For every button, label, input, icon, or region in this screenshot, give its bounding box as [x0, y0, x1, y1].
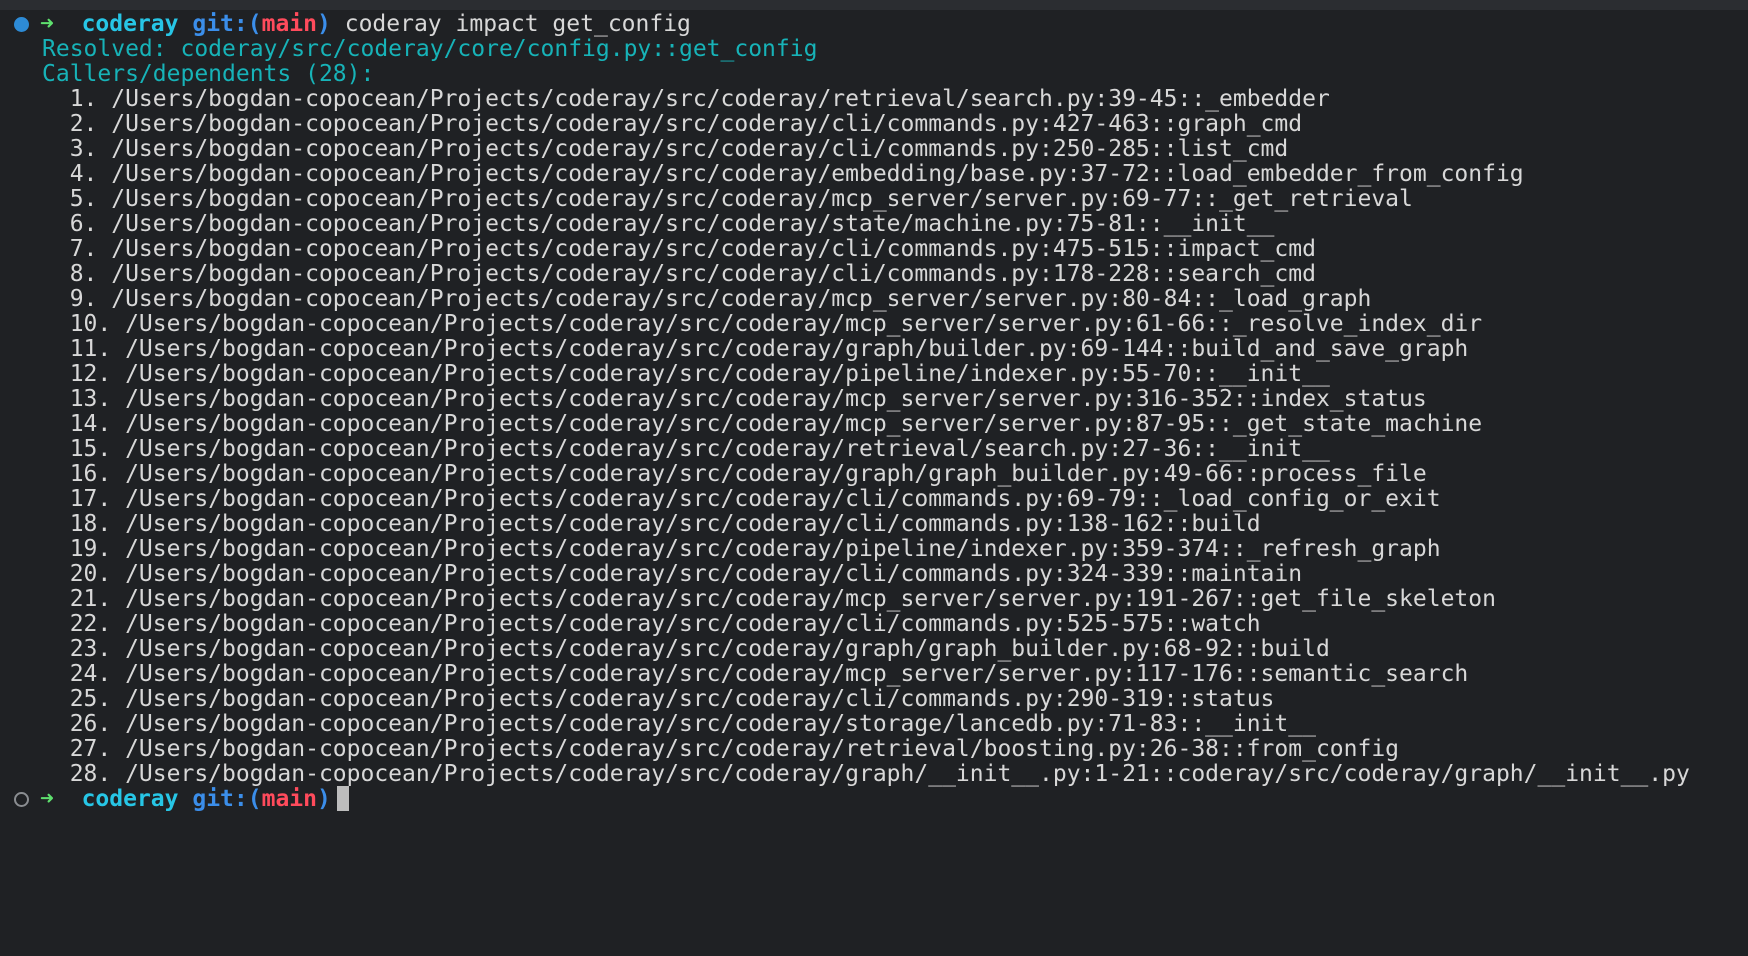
prompt-status-ring-icon	[14, 792, 29, 807]
caller-entry-text: 18. /Users/bogdan-copocean/Projects/code…	[42, 511, 1261, 537]
caller-entry-text: 24. /Users/bogdan-copocean/Projects/code…	[42, 661, 1469, 687]
caller-entry-text: 12. /Users/bogdan-copocean/Projects/code…	[42, 361, 1330, 387]
prompt-line-current[interactable]: ➜ coderay git:(main)	[0, 785, 349, 813]
caller-entry-text: 25. /Users/bogdan-copocean/Projects/code…	[42, 686, 1275, 712]
prompt-directory: coderay	[81, 786, 179, 812]
caller-entry-text: 28. /Users/bogdan-copocean/Projects/code…	[42, 761, 1690, 787]
caller-entry-text: 3. /Users/bogdan-copocean/Projects/coder…	[42, 136, 1289, 162]
text-cursor[interactable]	[336, 786, 349, 811]
prompt-arrow-icon: ➜	[40, 786, 54, 812]
prompt-line: ➜ coderay git:(main) coderay impact get_…	[0, 10, 691, 38]
callers-header-line: Callers/dependents (28):	[0, 60, 374, 88]
callers-header: Callers/dependents (28):	[42, 61, 375, 87]
caller-entry-text: 22. /Users/bogdan-copocean/Projects/code…	[42, 611, 1261, 637]
caller-entry-text: 6. /Users/bogdan-copocean/Projects/coder…	[42, 211, 1275, 237]
caller-entry-text: 8. /Users/bogdan-copocean/Projects/coder…	[42, 261, 1316, 287]
command-status-dot-icon[interactable]	[14, 17, 29, 32]
caller-entry-text: 9. /Users/bogdan-copocean/Projects/coder…	[42, 286, 1372, 312]
caller-entry-text: 1. /Users/bogdan-copocean/Projects/coder…	[42, 86, 1330, 112]
caller-entry-text: 13. /Users/bogdan-copocean/Projects/code…	[42, 386, 1427, 412]
caller-entry-text: 14. /Users/bogdan-copocean/Projects/code…	[42, 411, 1483, 437]
caller-entry-text: 4. /Users/bogdan-copocean/Projects/coder…	[42, 161, 1524, 187]
git-label: git:(	[192, 786, 262, 812]
resolved-text: Resolved: coderay/src/coderay/core/confi…	[42, 36, 818, 62]
caller-entry-text: 5. /Users/bogdan-copocean/Projects/coder…	[42, 186, 1413, 212]
caller-entry-text: 26. /Users/bogdan-copocean/Projects/code…	[42, 711, 1316, 737]
git-branch: main	[261, 786, 317, 812]
window-top-bar	[0, 0, 1748, 10]
prompt-current: ➜ coderay git:(main)	[40, 785, 349, 813]
git-branch: main	[261, 11, 317, 37]
prompt-directory: coderay	[81, 11, 179, 37]
command-text: coderay impact get_config	[344, 11, 691, 37]
git-label: git:(	[192, 11, 262, 37]
prompt-arrow-icon: ➜	[40, 11, 54, 37]
caller-entry-text: 16. /Users/bogdan-copocean/Projects/code…	[42, 461, 1427, 487]
git-label-close: )	[317, 786, 331, 812]
caller-entry-text: 23. /Users/bogdan-copocean/Projects/code…	[42, 636, 1330, 662]
terminal-output[interactable]: ➜ coderay git:(main) coderay impact get_…	[0, 10, 1748, 956]
resolved-line: Resolved: coderay/src/coderay/core/confi…	[0, 35, 817, 63]
caller-entry-text: 20. /Users/bogdan-copocean/Projects/code…	[42, 561, 1303, 587]
caller-entry-text: 15. /Users/bogdan-copocean/Projects/code…	[42, 436, 1330, 462]
caller-entry-text: 17. /Users/bogdan-copocean/Projects/code…	[42, 486, 1441, 512]
caller-entry-text: 27. /Users/bogdan-copocean/Projects/code…	[42, 736, 1400, 762]
caller-entry-text: 7. /Users/bogdan-copocean/Projects/coder…	[42, 236, 1316, 262]
prompt: ➜ coderay git:(main) coderay impact get_…	[40, 10, 691, 38]
caller-entry-text: 10. /Users/bogdan-copocean/Projects/code…	[42, 311, 1483, 337]
caller-entry-text: 2. /Users/bogdan-copocean/Projects/coder…	[42, 111, 1303, 137]
git-label-close: )	[317, 11, 331, 37]
caller-entry-text: 19. /Users/bogdan-copocean/Projects/code…	[42, 536, 1441, 562]
caller-entry-text: 21. /Users/bogdan-copocean/Projects/code…	[42, 586, 1496, 612]
caller-entry-text: 11. /Users/bogdan-copocean/Projects/code…	[42, 336, 1469, 362]
